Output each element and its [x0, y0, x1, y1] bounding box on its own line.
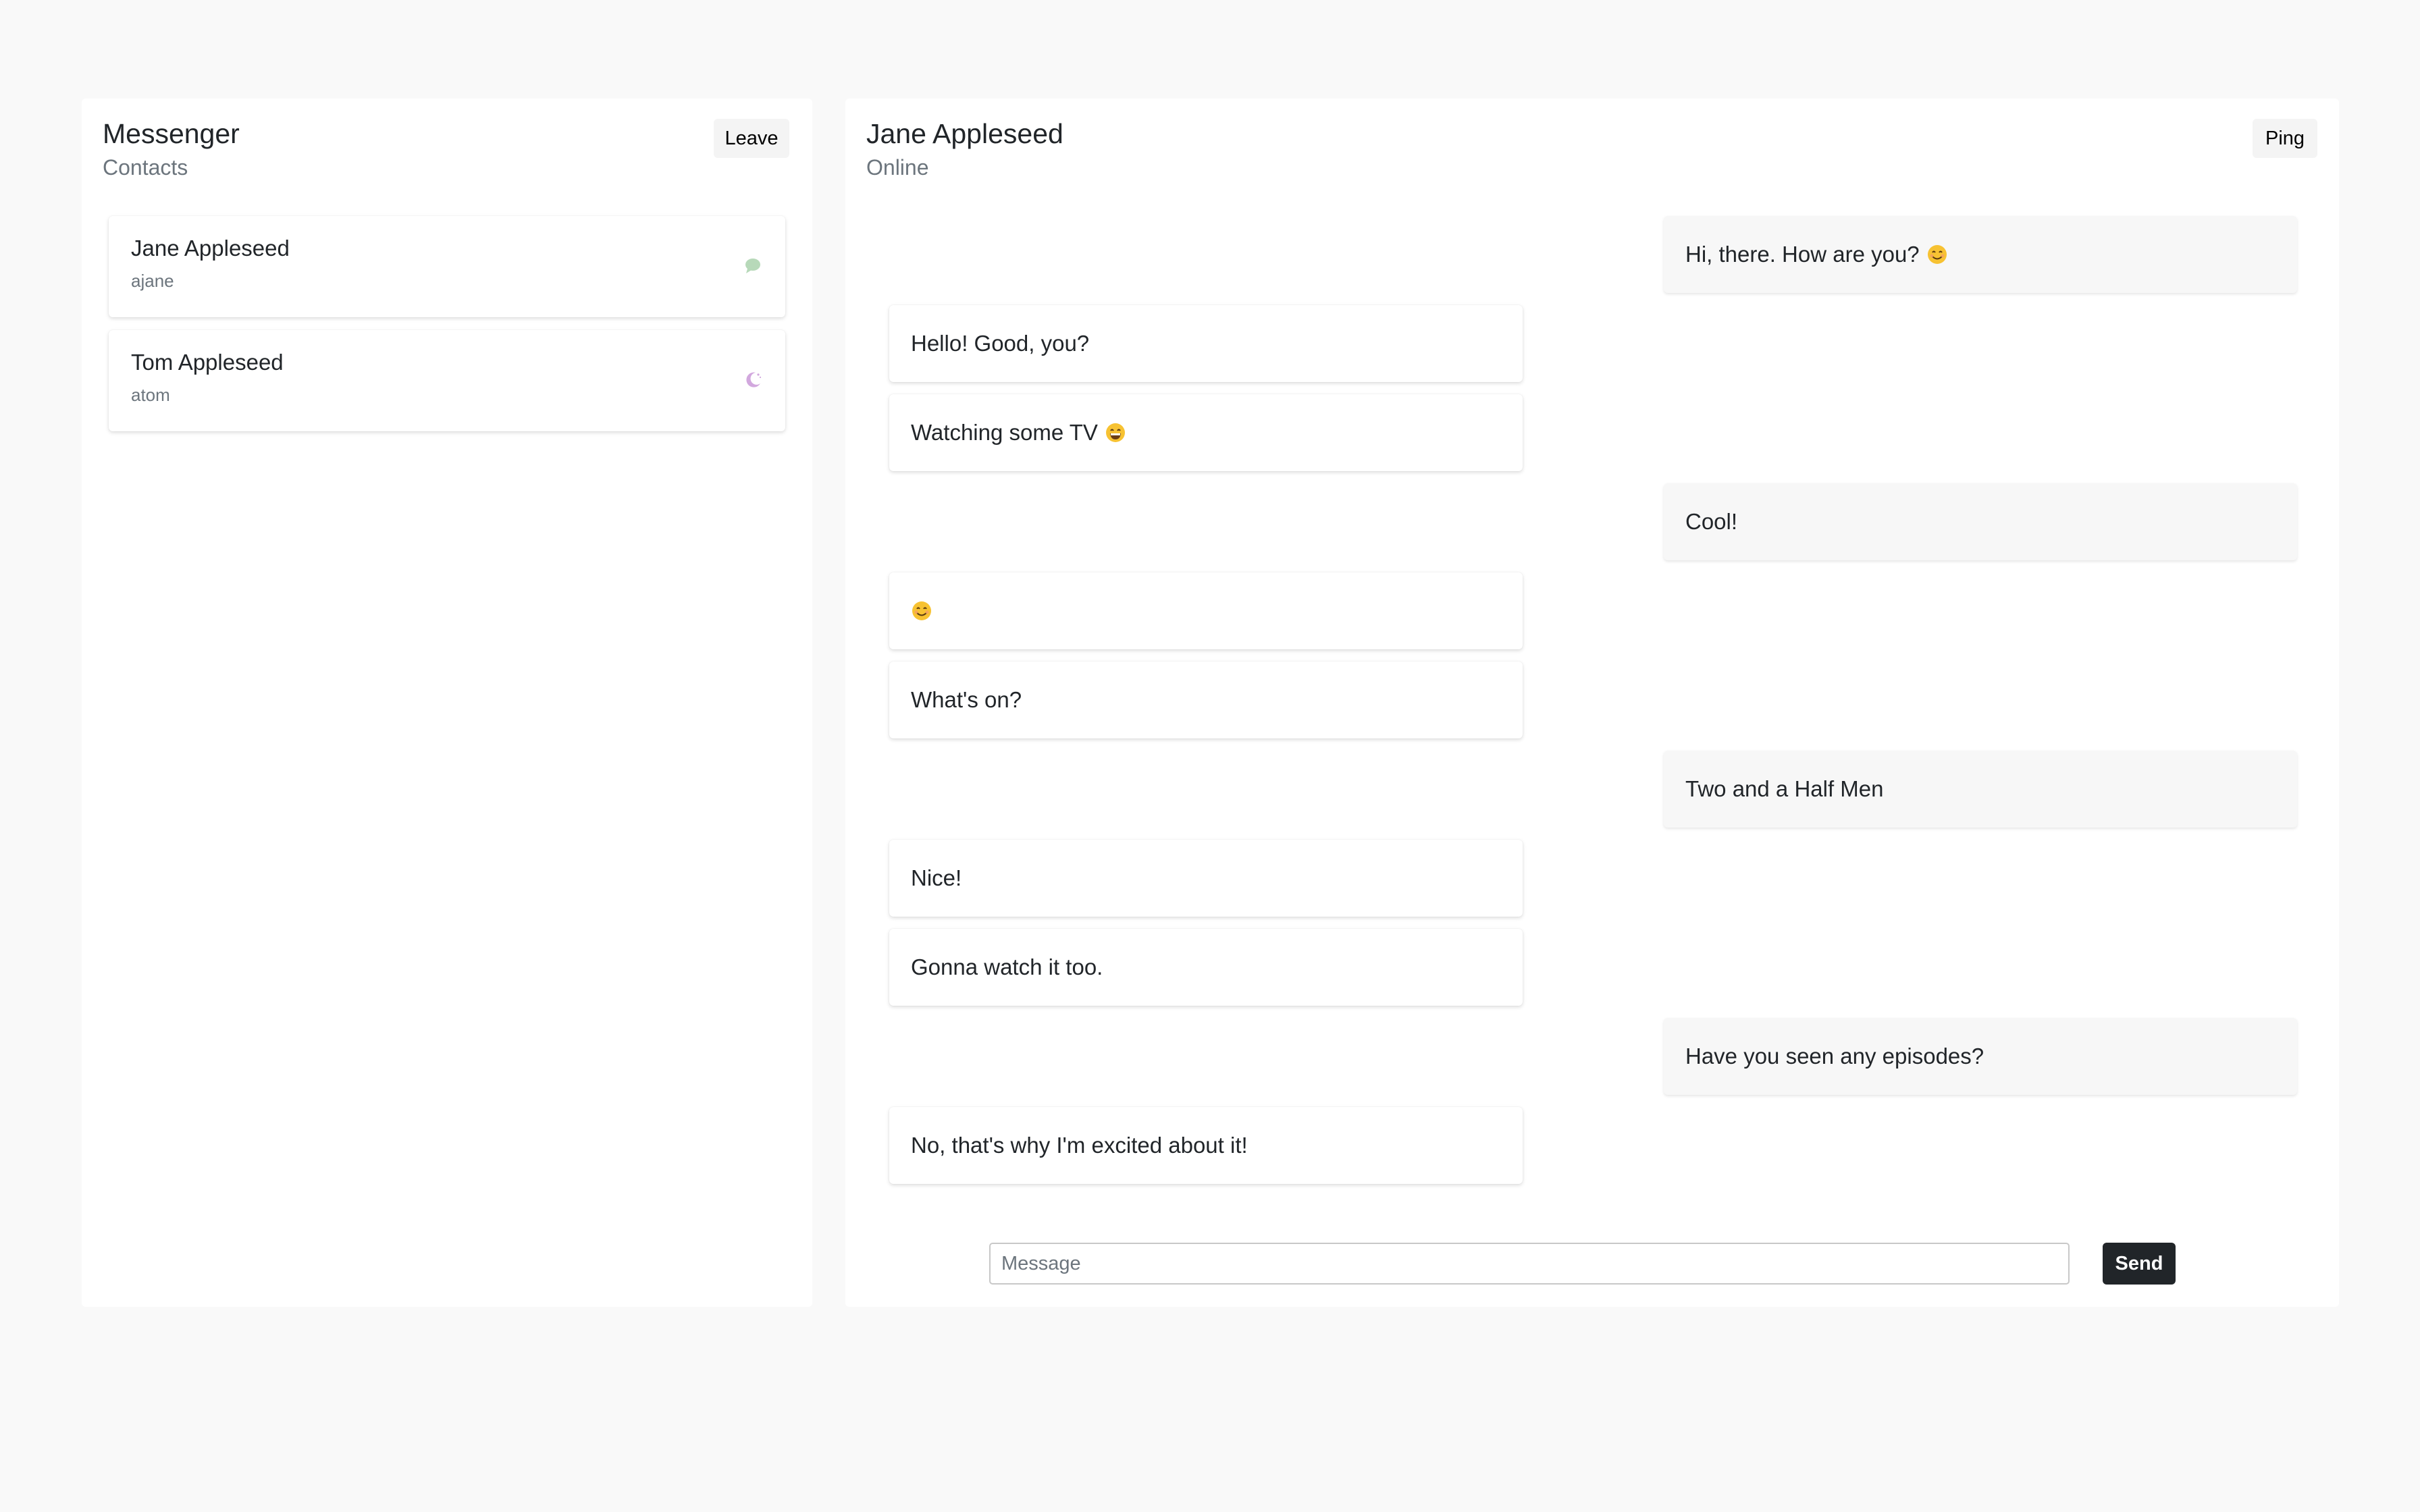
message-bubble-sent: Two and a Half Men [1664, 751, 2297, 828]
message-text: What's on? [911, 687, 1022, 712]
contact-item-jane[interactable]: Jane Appleseed ajane [109, 216, 785, 317]
message-bubble-sent: Cool! [1664, 483, 2297, 560]
chat-status: Online [866, 155, 929, 180]
message-text: Two and a Half Men [1685, 776, 1884, 801]
message-bubble-received [889, 572, 1523, 649]
leave-button[interactable]: Leave [714, 119, 789, 158]
contact-username: atom [131, 385, 170, 405]
contact-item-tom[interactable]: Tom Appleseed atom [109, 330, 785, 431]
message-bubble-received: Hello! Good, you? [889, 305, 1523, 382]
chat-panel: Jane Appleseed Online Ping Hi, there. Ho… [845, 99, 2339, 1307]
contact-name: Tom Appleseed [131, 350, 284, 375]
message-text: Gonna watch it too. [911, 954, 1103, 979]
contact-username: ajane [131, 271, 174, 291]
contacts-heading: Contacts [103, 155, 188, 180]
message-text: Cool! [1685, 509, 1738, 534]
message-bubble-sent: Hi, there. How are you? [1664, 216, 2297, 293]
app-title: Messenger [103, 118, 240, 149]
message-text: No, that's why I'm excited about it! [911, 1133, 1248, 1158]
smiling-face-emoji-icon [1927, 245, 1947, 264]
send-button[interactable]: Send [2103, 1243, 2176, 1285]
message-bubble-sent: Have you seen any episodes? [1664, 1018, 2297, 1095]
message-bubble-received: Gonna watch it too. [889, 929, 1523, 1006]
message-text: Hi, there. How are you? [1685, 242, 1920, 267]
message-text: Have you seen any episodes? [1685, 1044, 1984, 1069]
grinning-face-emoji-icon [1105, 423, 1125, 442]
message-bubble-received: No, that's why I'm excited about it! [889, 1107, 1523, 1184]
contacts-panel: Messenger Contacts Leave Jane Appleseed … [82, 99, 812, 1307]
chat-bubble-icon [745, 259, 760, 273]
moon-icon [746, 372, 762, 387]
message-text: Hello! Good, you? [911, 331, 1090, 356]
smiling-face-emoji-icon [912, 601, 931, 620]
ping-button[interactable]: Ping [2253, 119, 2317, 158]
message-bubble-received: Watching some TV [889, 394, 1523, 471]
message-text: Nice! [911, 865, 962, 890]
message-input[interactable] [989, 1243, 2070, 1285]
contact-name: Jane Appleseed [131, 236, 290, 261]
message-bubble-received: What's on? [889, 662, 1523, 738]
message-bubble-received: Nice! [889, 840, 1523, 917]
message-text: Watching some TV [911, 420, 1098, 445]
chat-contact-name: Jane Appleseed [866, 118, 1063, 149]
